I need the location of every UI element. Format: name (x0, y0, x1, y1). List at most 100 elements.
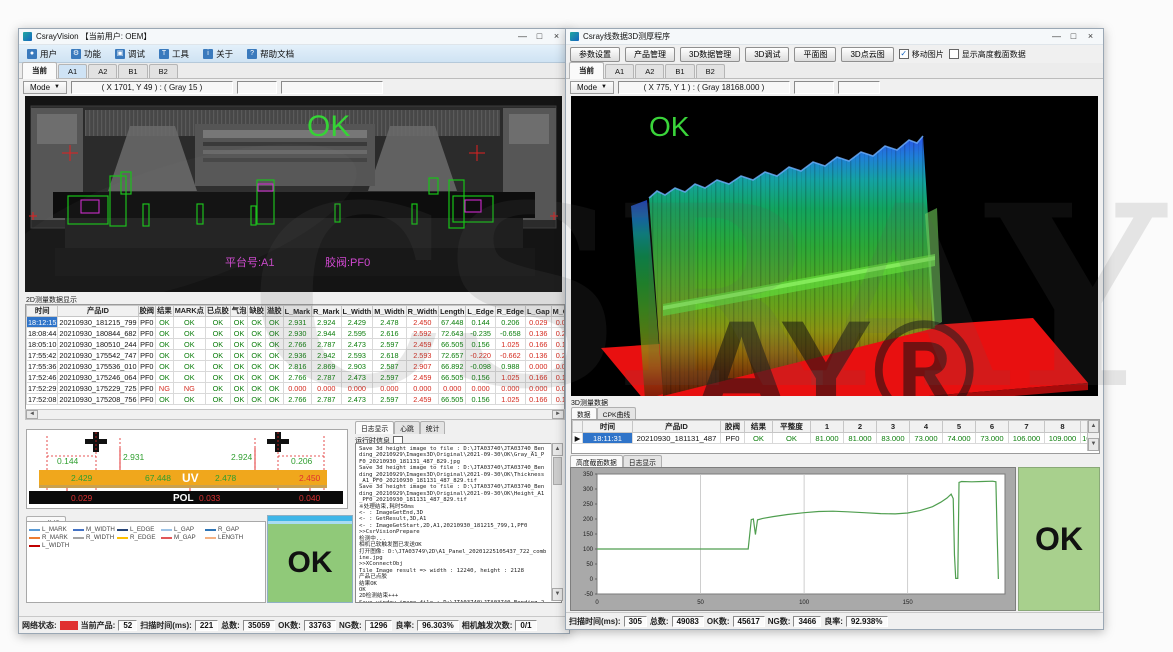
table-cell[interactable]: 0.200 (551, 328, 565, 339)
table-cell[interactable]: 2.766 (283, 394, 312, 405)
checkbox-移动图片[interactable]: ✓移动图片 (899, 49, 944, 60)
table-cell[interactable]: 73.000 (976, 433, 1009, 444)
tab-B2[interactable]: B2 (696, 64, 725, 78)
table-cell[interactable]: 2.766 (283, 339, 312, 350)
table-cell[interactable]: 0.000 (525, 383, 551, 394)
table-cell[interactable]: 0.124 (551, 394, 565, 405)
table-cell[interactable]: 2.787 (312, 372, 341, 383)
table-cell[interactable]: 18:11:31 (583, 433, 633, 444)
tab-A1[interactable]: A1 (58, 64, 87, 78)
table-cell[interactable]: 2.473 (341, 394, 373, 405)
table-cell[interactable]: 0.000 (466, 383, 495, 394)
table-cell[interactable]: 0.000 (312, 383, 341, 394)
table-cell[interactable]: OK (173, 328, 205, 339)
table-cell[interactable]: 1.025 (495, 394, 525, 405)
tab-A2[interactable]: A2 (635, 64, 664, 78)
table-cell[interactable]: 2.924 (312, 317, 341, 328)
table-cell[interactable]: 2.787 (312, 339, 341, 350)
table-cell[interactable]: 0.124 (551, 372, 565, 383)
table-cell[interactable]: -0.220 (466, 350, 495, 361)
minimize-button[interactable]: — (514, 30, 531, 43)
table-cell[interactable]: OK (230, 394, 248, 405)
table-cell[interactable]: OK (248, 394, 266, 405)
menu-item-用户[interactable]: ●用户 (27, 48, 57, 60)
table-cell[interactable]: OK (205, 339, 230, 350)
table-cell[interactable]: 2.592 (406, 328, 439, 339)
menu-item-关于[interactable]: i关于 (203, 48, 233, 60)
table-cell[interactable]: OK (205, 361, 230, 372)
table-cell[interactable]: OK (230, 328, 248, 339)
table-cell[interactable]: PF0 (721, 433, 745, 444)
table-cell[interactable]: 0.124 (551, 339, 565, 350)
table-cell[interactable]: 2.429 (341, 317, 373, 328)
table-cell[interactable]: OK (248, 361, 266, 372)
table-cell[interactable]: 20210930_181131_487 (633, 433, 721, 444)
scroll-right-icon[interactable]: ► (552, 410, 564, 419)
table-cell[interactable]: 17:52:29 (27, 383, 58, 394)
table-cell[interactable]: 67.448 (439, 317, 466, 328)
table-cell[interactable]: OK (248, 383, 266, 394)
menu-item-工具[interactable]: T工具 (159, 48, 189, 60)
table-cell[interactable]: 2.597 (373, 394, 406, 405)
table-cell[interactable]: 0.000 (406, 383, 439, 394)
table-cell[interactable]: OK (265, 372, 283, 383)
table-row[interactable]: 18:05:1020210930_180510_244PF0OKOKOKOKOK… (27, 339, 566, 350)
table-cell[interactable]: OK (173, 394, 205, 405)
checkbox-icon[interactable]: ✓ (899, 49, 909, 59)
table-cell[interactable]: 0.144 (466, 317, 495, 328)
table-cell[interactable]: 0.029 (525, 317, 551, 328)
table-cell[interactable]: PF0 (138, 361, 156, 372)
table-row[interactable]: 18:12:1520210930_181215_799PF0OKOKOKOKOK… (27, 317, 566, 328)
table-cell[interactable]: OK (265, 339, 283, 350)
table-cell[interactable]: 20210930_175246_064 (58, 372, 138, 383)
tab-A1[interactable]: A1 (605, 64, 634, 78)
table-cell[interactable]: OK (205, 394, 230, 405)
tab-B1[interactable]: B1 (118, 64, 147, 78)
table-cell[interactable]: 20210930_181215_799 (58, 317, 138, 328)
table-row[interactable]: 17:52:0820210930_175208_756PF0OKOKOKOKOK… (27, 394, 566, 405)
table-cell[interactable]: PF0 (138, 317, 156, 328)
log-scrollbar[interactable]: ▲ ▼ (551, 443, 563, 601)
table-cell[interactable]: OK (265, 350, 283, 361)
table-cell[interactable]: 72.657 (439, 350, 466, 361)
table-cell[interactable]: OK (265, 317, 283, 328)
table-cell[interactable]: 20210930_175208_756 (58, 394, 138, 405)
table-cell[interactable]: 2.450 (406, 317, 439, 328)
toolbar-button-3D数据管理[interactable]: 3D数据管理 (680, 47, 740, 62)
table-cell[interactable]: OK (205, 383, 230, 394)
scroll-up-icon[interactable]: ▲ (552, 443, 563, 456)
table-cell[interactable]: 66.505 (439, 394, 466, 405)
table-cell[interactable]: 0.000 (495, 383, 525, 394)
table-cell[interactable]: PF0 (138, 328, 156, 339)
maximize-button[interactable]: □ (531, 30, 548, 43)
table-cell[interactable]: OK (156, 350, 174, 361)
table-cell[interactable]: PF0 (138, 372, 156, 383)
xray-image-view[interactable]: OK 平台号:A1 胶阀:PF0 (25, 96, 562, 292)
table-cell[interactable]: 2.944 (312, 328, 341, 339)
table-cell[interactable]: OK (265, 383, 283, 394)
log-textarea[interactable]: Save 3d height image to file : D:\JTA037… (355, 443, 562, 603)
table-cell[interactable]: NG (156, 383, 174, 394)
table-cell[interactable]: OK (156, 394, 174, 405)
table-cell[interactable]: OK (230, 361, 248, 372)
table-cell[interactable]: 2.616 (373, 328, 406, 339)
table-cell[interactable]: 2.593 (341, 350, 373, 361)
table-cell[interactable]: OK (173, 339, 205, 350)
table-row[interactable]: 17:52:4620210930_175246_064PF0OKOKOKOKOK… (27, 372, 566, 383)
table-row[interactable]: ▶18:11:3120210930_181131_487PF0OKOK81.00… (573, 433, 1099, 444)
checkbox-显示高度截面数据[interactable]: 显示高度截面数据 (949, 49, 1026, 60)
table-cell[interactable]: 2.473 (341, 339, 373, 350)
table-cell[interactable]: 20210930_180510_244 (58, 339, 138, 350)
table-cell[interactable]: OK (230, 383, 248, 394)
table-cell[interactable]: 66.892 (439, 361, 466, 372)
table2d-hscrollbar[interactable]: ◄ ► (25, 409, 565, 420)
table-cell[interactable]: 18:08:44 (27, 328, 58, 339)
table-cell[interactable]: 2.587 (373, 361, 406, 372)
toolbar-button-产品管理[interactable]: 产品管理 (625, 47, 675, 62)
table-cell[interactable]: OK (173, 361, 205, 372)
table-cell[interactable]: OK (173, 350, 205, 361)
maximize-button[interactable]: □ (1065, 30, 1082, 43)
table-cell[interactable]: 106.000 (1009, 433, 1045, 444)
table-cell[interactable]: ▶ (573, 433, 583, 444)
table3d-scrollbar[interactable]: ▲ ▼ (1087, 420, 1099, 451)
